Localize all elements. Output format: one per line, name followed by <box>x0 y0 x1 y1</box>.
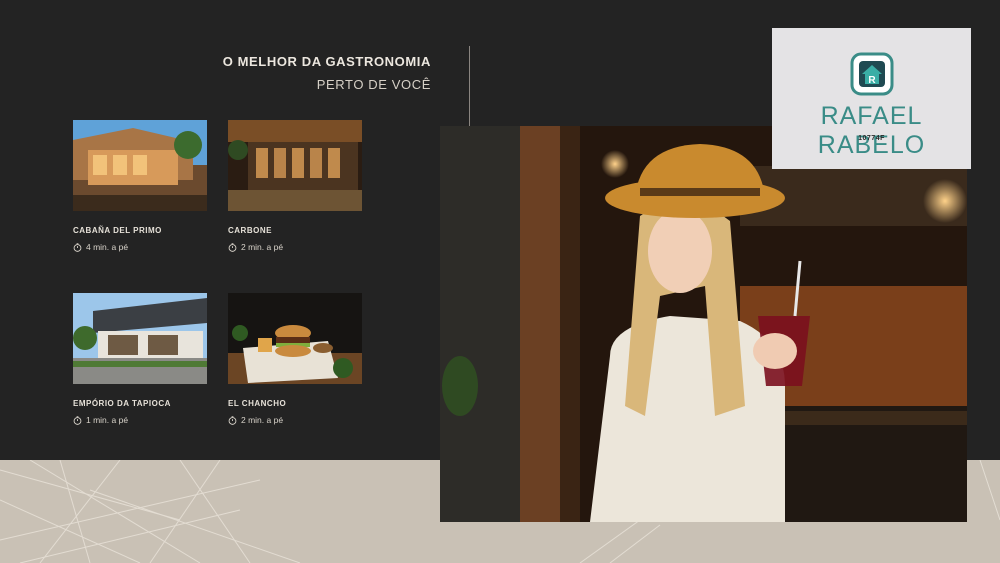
restaurant-card-emporio[interactable]: EMPÓRIO DA TAPIOCA 1 min. a pé <box>73 293 207 425</box>
restaurant-name: EMPÓRIO DA TAPIOCA <box>73 399 171 408</box>
walking-time: 1 min. a pé <box>73 415 207 425</box>
restaurant-photo <box>228 293 362 384</box>
restaurant-photo <box>73 293 207 384</box>
walking-time-label: 1 min. a pé <box>86 415 129 425</box>
restaurant-card-cabana[interactable]: CABAÑA DEL PRIMO 4 min. a pé <box>73 120 207 252</box>
brand-registration: 10774F <box>858 135 885 142</box>
restaurant-photo <box>228 120 362 211</box>
restaurant-card-el-chancho[interactable]: EL CHANCHO 2 min. a pé <box>228 293 362 425</box>
walking-time: 2 min. a pé <box>228 242 362 252</box>
house-logo-icon: R <box>850 52 894 96</box>
restaurant-photo <box>73 120 207 211</box>
hero-photo <box>440 126 967 522</box>
stopwatch-icon <box>73 415 82 425</box>
restaurant-name: EL CHANCHO <box>228 399 287 408</box>
walking-time-label: 4 min. a pé <box>86 242 129 252</box>
brand-logo: R RAFAEL RABELO 10774F <box>772 28 971 169</box>
walking-time-label: 2 min. a pé <box>241 242 284 252</box>
header: O MELHOR DA GASTRONOMIA PERTO DE VOCÊ <box>223 54 431 92</box>
stopwatch-icon <box>228 242 237 252</box>
stopwatch-icon <box>73 242 82 252</box>
stopwatch-icon <box>228 415 237 425</box>
brand-name: RAFAEL RABELO <box>817 102 926 159</box>
walking-time: 2 min. a pé <box>228 415 362 425</box>
walking-time: 4 min. a pé <box>73 242 207 252</box>
restaurant-card-carbone[interactable]: CARBONE 2 min. a pé <box>228 120 362 252</box>
page-subtitle: PERTO DE VOCÊ <box>316 77 431 92</box>
svg-text:R: R <box>868 75 876 86</box>
restaurant-name: CABAÑA DEL PRIMO <box>73 226 162 235</box>
walking-time-label: 2 min. a pé <box>241 415 284 425</box>
restaurant-name: CARBONE <box>228 226 272 235</box>
page-title: O MELHOR DA GASTRONOMIA <box>222 54 431 69</box>
